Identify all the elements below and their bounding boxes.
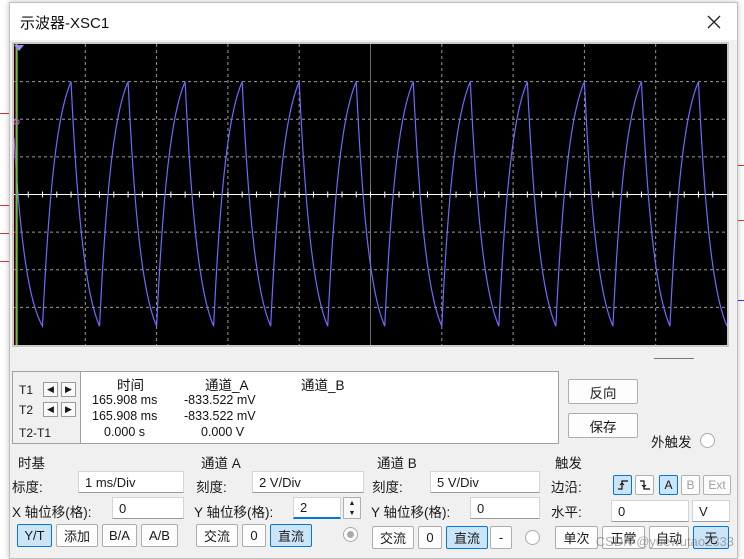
channel-b-minus-button[interactable]: - bbox=[490, 526, 512, 549]
background-wire bbox=[0, 205, 9, 206]
channel-a-y-offset-field[interactable]: 2 bbox=[293, 497, 341, 519]
timebase-title: 时基 bbox=[18, 456, 45, 471]
header-channel-b: 通道_B bbox=[301, 378, 345, 393]
t1-left-button[interactable]: ◀ bbox=[43, 382, 58, 397]
rising-edge-button[interactable] bbox=[613, 475, 632, 495]
background-wire bbox=[0, 233, 9, 234]
background-wire bbox=[738, 300, 744, 301]
cursor-readout-panel: T1 ◀ ▶ T2 ◀ ▶ T2-T1 时间 通道_A 通道_B 165.908… bbox=[12, 371, 559, 444]
falling-edge-icon bbox=[639, 480, 650, 490]
save-button[interactable]: 保存 bbox=[568, 413, 638, 438]
cursor-labels: T1 ◀ ▶ T2 ◀ ▶ T2-T1 bbox=[13, 372, 81, 443]
channel-a-terminal[interactable] bbox=[343, 527, 358, 542]
t1-channel-a-value: -833.522 mV bbox=[184, 393, 256, 407]
channel-a-scale-field[interactable]: 2 V/Div bbox=[252, 471, 364, 493]
background-wire bbox=[0, 261, 9, 262]
channel-a-title: 通道 A bbox=[201, 456, 241, 471]
trigger-single-button[interactable]: 单次 bbox=[555, 526, 598, 549]
window-title: 示波器-XSC1 bbox=[20, 15, 110, 32]
delta-time-value: 0.000 s bbox=[104, 425, 146, 439]
trigger-edge-label: 边沿: bbox=[551, 480, 582, 495]
close-button[interactable] bbox=[691, 3, 737, 40]
channel-b-y-offset-field[interactable]: 0 bbox=[470, 497, 540, 519]
close-icon bbox=[707, 15, 721, 28]
mode-ab-button[interactable]: A/B bbox=[141, 524, 178, 547]
timebase-scale-label: 标度: bbox=[12, 480, 43, 495]
channel-b-terminal[interactable] bbox=[525, 530, 540, 545]
t1-label: T1 bbox=[19, 383, 34, 397]
channel-a-ac-button[interactable]: 交流 bbox=[196, 524, 238, 547]
delta-channel-a-value: 0.000 V bbox=[201, 425, 245, 439]
header-time: 时间 bbox=[117, 378, 144, 393]
header-channel-a: 通道_A bbox=[205, 378, 249, 393]
spin-up-icon[interactable]: ▲ bbox=[344, 498, 360, 508]
arrow-left-icon: ◀ bbox=[47, 404, 54, 414]
external-trigger-label: 外触发 bbox=[651, 435, 692, 450]
channel-b-scale-field[interactable]: 5 V/Div bbox=[430, 471, 540, 493]
channel-b-dc-button[interactable]: 直流 bbox=[446, 526, 488, 549]
channel-a-zero-button[interactable]: 0 bbox=[242, 524, 266, 547]
arrow-right-icon: ▶ bbox=[65, 384, 72, 394]
waveform-plot bbox=[14, 44, 727, 345]
channel-a-y-offset-label: Y 轴位移(格): bbox=[194, 505, 274, 520]
trigger-source-ext-button[interactable]: Ext bbox=[703, 475, 731, 495]
t1-right-button[interactable]: ▶ bbox=[61, 382, 76, 397]
x-offset-field[interactable]: 0 bbox=[112, 497, 184, 519]
channel-b-title: 通道 B bbox=[377, 456, 417, 471]
oscilloscope-screen[interactable] bbox=[12, 42, 729, 347]
background-wire bbox=[738, 220, 744, 221]
trigger-level-field[interactable]: 0 bbox=[611, 500, 689, 522]
mode-yt-button[interactable]: Y/T bbox=[17, 524, 52, 547]
title-bar: 示波器-XSC1 bbox=[10, 3, 737, 40]
arrow-right-icon: ▶ bbox=[65, 404, 72, 414]
trigger-source-b-button[interactable]: B bbox=[681, 475, 700, 495]
channel-b-zero-button[interactable]: 0 bbox=[418, 526, 442, 549]
background-wire bbox=[738, 165, 744, 166]
mode-add-button[interactable]: 添加 bbox=[56, 524, 98, 547]
t2-right-button[interactable]: ▶ bbox=[61, 402, 76, 417]
arrow-left-icon: ◀ bbox=[47, 384, 54, 394]
falling-edge-button[interactable] bbox=[635, 475, 654, 495]
trigger-level-unit[interactable]: V bbox=[692, 500, 730, 522]
mode-ba-button[interactable]: B/A bbox=[102, 524, 137, 547]
trigger-title: 触发 bbox=[555, 456, 582, 471]
trigger-level-label: 水平: bbox=[551, 505, 582, 520]
t2-channel-a-value: -833.522 mV bbox=[184, 409, 256, 423]
oscilloscope-dialog: 示波器-XSC1 T1 ◀ ▶ T2 ◀ ▶ T2-T1 时间 通道_A 通道_… bbox=[9, 2, 738, 559]
t2-left-button[interactable]: ◀ bbox=[43, 402, 58, 417]
channel-a-dc-button[interactable]: 直流 bbox=[270, 524, 312, 547]
rising-edge-icon bbox=[617, 480, 628, 490]
channel-b-scale-label: 刻度: bbox=[372, 480, 403, 495]
external-trigger-terminal[interactable] bbox=[700, 433, 715, 448]
channel-b-y-offset-label: Y 轴位移(格): bbox=[371, 505, 451, 520]
t1-time-value: 165.908 ms bbox=[92, 393, 158, 407]
timebase-scale-field[interactable]: 1 ms/Div bbox=[78, 471, 184, 493]
t2-label: T2 bbox=[19, 403, 34, 417]
t2-time-value: 165.908 ms bbox=[92, 409, 158, 423]
background-wire bbox=[0, 113, 9, 114]
watermark-text: CSDN @yuewutao2333 bbox=[595, 534, 734, 549]
reverse-button[interactable]: 反向 bbox=[568, 379, 638, 404]
channel-b-ac-button[interactable]: 交流 bbox=[372, 526, 414, 549]
trigger-source-a-button[interactable]: A bbox=[659, 475, 678, 495]
t2-t1-label: T2-T1 bbox=[19, 426, 52, 440]
spin-down-icon[interactable]: ▼ bbox=[344, 508, 360, 518]
separator bbox=[654, 358, 694, 359]
x-offset-label: X 轴位移(格): bbox=[12, 505, 92, 520]
channel-a-scale-label: 刻度: bbox=[196, 480, 227, 495]
channel-a-y-offset-spinner[interactable]: ▲ ▼ bbox=[343, 497, 361, 519]
